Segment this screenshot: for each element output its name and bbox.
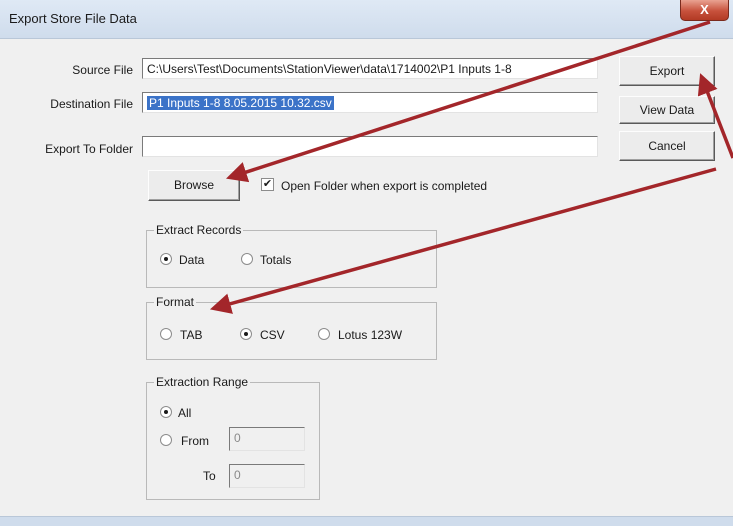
browse-button[interactable]: Browse — [148, 170, 240, 201]
window-title: Export Store File Data — [9, 11, 137, 26]
radio-lotus[interactable] — [318, 328, 330, 340]
radio-data-label: Data — [179, 253, 205, 267]
destination-file-field[interactable]: P1 Inputs 1-8 8.05.2015 10.32.csv — [142, 92, 598, 113]
source-file-label: Source File — [72, 63, 133, 77]
close-button[interactable]: X — [680, 0, 729, 21]
export-folder-label: Export To Folder — [45, 142, 133, 156]
format-title: Format — [154, 295, 197, 309]
cancel-button[interactable]: Cancel — [619, 131, 715, 161]
open-folder-label: Open Folder when export is completed — [281, 179, 488, 193]
radio-data[interactable] — [160, 253, 172, 265]
check-icon: ✔ — [262, 178, 273, 190]
radio-from[interactable] — [160, 434, 172, 446]
radio-tab[interactable] — [160, 328, 172, 340]
extraction-range-title: Extraction Range — [154, 375, 251, 389]
radio-totals[interactable] — [241, 253, 253, 265]
from-field[interactable]: 0 — [229, 427, 305, 451]
radio-totals-label: Totals — [260, 253, 292, 267]
to-field[interactable]: 0 — [229, 464, 305, 488]
extract-records-title: Extract Records — [154, 223, 244, 237]
close-icon: X — [700, 2, 709, 17]
export-button[interactable]: Export — [619, 56, 715, 86]
title-bar: Export Store File Data X — [0, 0, 733, 39]
from-label: From — [181, 434, 209, 448]
radio-all[interactable] — [160, 406, 172, 418]
radio-csv[interactable] — [240, 328, 252, 340]
open-folder-checkbox[interactable]: ✔ — [261, 178, 274, 191]
source-file-field[interactable]: C:\Users\Test\Documents\StationViewer\da… — [142, 58, 598, 79]
radio-tab-label: TAB — [180, 328, 203, 342]
radio-all-label: All — [178, 406, 192, 420]
view-data-button[interactable]: View Data — [619, 96, 715, 124]
destination-file-label: Destination File — [50, 97, 133, 111]
radio-lotus-label: Lotus 123W — [338, 328, 403, 342]
radio-csv-label: CSV — [260, 328, 285, 342]
to-label: To — [203, 469, 216, 483]
destination-file-value: P1 Inputs 1-8 8.05.2015 10.32.csv — [147, 96, 334, 110]
export-folder-field[interactable] — [142, 136, 598, 157]
